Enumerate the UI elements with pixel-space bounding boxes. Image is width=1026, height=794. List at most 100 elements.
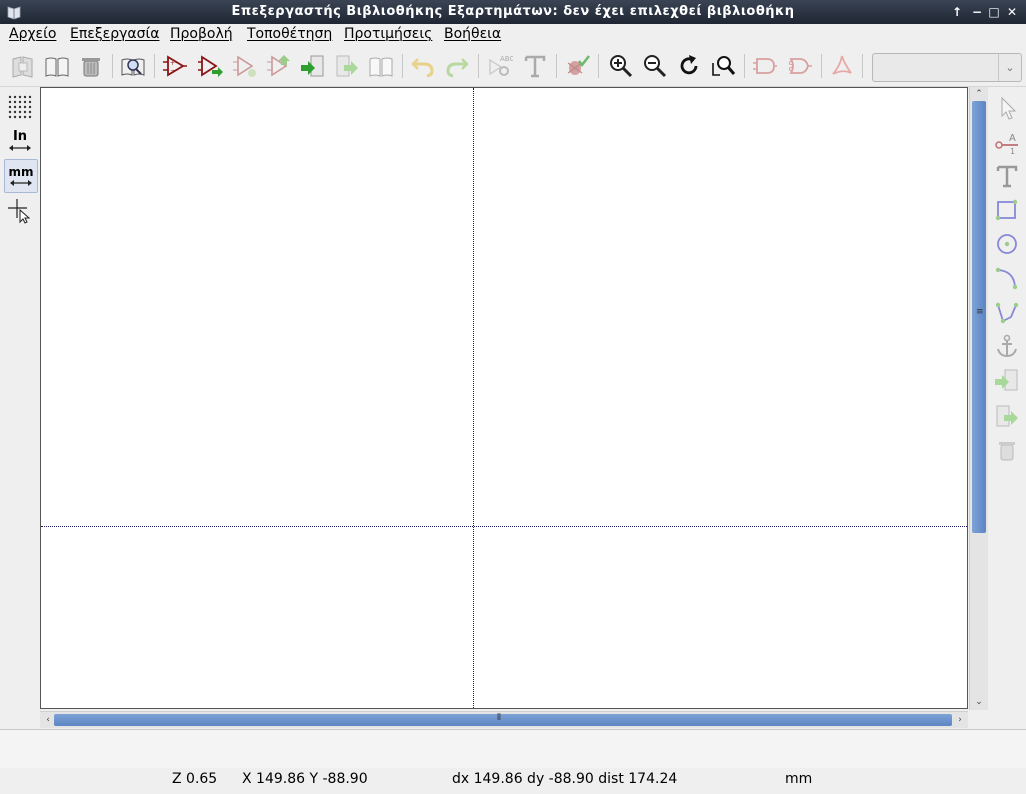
export-drawing-button[interactable] <box>990 399 1024 433</box>
library-browser-icon <box>121 58 145 76</box>
menu-edit[interactable]: Επεξεργασία <box>70 26 159 42</box>
import-component-button[interactable] <box>196 52 224 80</box>
component-properties-button[interactable]: ABC <box>486 52 514 80</box>
svg-text:+: + <box>170 60 175 67</box>
export-symbol-button[interactable] <box>333 52 361 80</box>
menu-place[interactable]: Τοποθέτηση <box>247 26 332 42</box>
add-text-button[interactable] <box>990 159 1024 193</box>
grid-toggle-button[interactable] <box>4 91 36 123</box>
zoom-in-icon <box>610 55 633 78</box>
drawing-canvas[interactable] <box>40 87 968 709</box>
window-minimize-button[interactable]: − <box>970 4 984 20</box>
view-documentation-button[interactable] <box>367 52 395 80</box>
book-icon <box>45 57 69 77</box>
menu-view[interactable]: Προβολή <box>170 26 233 42</box>
export-symbol-icon <box>336 55 358 77</box>
svg-text:−: − <box>170 67 175 74</box>
delete-tool-button[interactable] <box>990 433 1024 467</box>
new-library-button[interactable] <box>9 52 37 80</box>
library-browser-button[interactable] <box>119 52 147 80</box>
zoom-out-button[interactable] <box>641 52 669 80</box>
menu-preferences[interactable]: Προτιμήσεις <box>344 26 432 42</box>
cursor-shape-button[interactable] <box>4 195 36 227</box>
menu-help[interactable]: Βοήθεια <box>444 26 501 42</box>
window-keep-above-button[interactable]: ↑ <box>950 4 964 20</box>
window-maximize-button[interactable]: □ <box>987 4 1001 20</box>
trash-icon <box>82 58 100 77</box>
export-drawing-icon <box>996 405 1018 427</box>
window-title: Επεξεργαστής Βιβλιοθήκης Εξαρτημάτων: δε… <box>231 4 795 19</box>
select-tool-button[interactable] <box>990 91 1024 125</box>
redraw-button[interactable] <box>675 52 703 80</box>
refresh-icon <box>680 55 698 75</box>
check-component-button[interactable] <box>563 52 591 80</box>
units-inches-button[interactable]: In <box>4 125 36 157</box>
svg-text:ABC: ABC <box>500 55 513 63</box>
set-anchor-button[interactable] <box>990 329 1024 363</box>
left-toolbar: In mm <box>0 87 40 728</box>
x-axis-line <box>41 526 967 527</box>
vertical-scroll-thumb[interactable] <box>972 101 986 533</box>
scroll-up-arrow-icon[interactable]: ⌃ <box>971 87 987 101</box>
arrow-cursor-icon <box>1001 96 1017 120</box>
redo-button[interactable] <box>443 52 471 80</box>
grip-icon: ≡ <box>976 307 984 317</box>
grid-icon <box>8 95 32 119</box>
datasheet-button[interactable] <box>828 52 856 80</box>
mm-label: mm <box>8 164 34 179</box>
import-drawing-button[interactable] <box>990 363 1024 397</box>
text-icon <box>996 165 1018 188</box>
zoom-in-button[interactable] <box>607 52 635 80</box>
undo-button[interactable] <box>409 52 437 80</box>
zoom-fit-icon <box>712 56 736 76</box>
main-toolbar: + − ABC ⌄ <box>0 46 1026 87</box>
window-close-button[interactable]: ✕ <box>1005 4 1019 20</box>
pin-number-label: 1 <box>1010 147 1015 155</box>
properties-icon: ABC <box>489 55 513 76</box>
pin-icon: A1 <box>995 133 1018 155</box>
status-zoom: Z 0.65 <box>172 771 218 787</box>
open-library-button[interactable] <box>43 52 71 80</box>
circle-icon <box>997 234 1017 254</box>
status-relative-delta: dx 149.86 dy -88.90 dist 174.24 <box>452 771 678 787</box>
new-component-icon: +− <box>163 55 187 77</box>
show-de-morgan-normal-button[interactable] <box>751 52 779 80</box>
units-mm-button[interactable]: mm <box>4 159 38 193</box>
redo-icon <box>446 58 469 78</box>
arc-icon <box>995 267 1018 290</box>
delete-library-button[interactable] <box>77 52 105 80</box>
gate-normal-icon <box>753 58 777 74</box>
add-polyline-button[interactable] <box>990 295 1024 329</box>
add-circle-button[interactable] <box>990 227 1024 261</box>
status-cursor-xy: X 149.86 Y -88.90 <box>242 771 368 787</box>
show-de-morgan-alternate-button[interactable] <box>786 52 814 80</box>
add-arc-button[interactable] <box>990 261 1024 295</box>
vertical-scrollbar[interactable]: ⌃ ≡ ⌄ <box>969 87 988 710</box>
import-symbol-icon <box>301 55 324 77</box>
scroll-down-arrow-icon[interactable]: ⌄ <box>971 695 987 709</box>
menu-file[interactable]: Αρχείο <box>9 26 56 42</box>
double-arrow-icon <box>9 145 31 151</box>
horizontal-scrollbar[interactable]: ‹ ⦀ › <box>40 711 968 728</box>
zoom-fit-button[interactable] <box>709 52 737 80</box>
anchor-icon <box>997 334 1017 358</box>
y-axis-line <box>473 88 474 708</box>
part-select-dropdown[interactable]: ⌄ <box>872 53 1022 82</box>
scroll-right-arrow-icon[interactable]: › <box>952 713 968 727</box>
import-component-icon <box>198 55 223 77</box>
import-symbol-button[interactable] <box>299 52 327 80</box>
save-component-button[interactable] <box>231 52 259 80</box>
zoom-out-icon <box>644 55 667 78</box>
message-panel <box>0 729 1026 769</box>
add-pin-button[interactable]: A1 <box>990 125 1024 159</box>
menubar: Αρχείο Επεξεργασία Προβολή Τοποθέτηση Πρ… <box>0 24 1026 46</box>
update-component-button[interactable] <box>265 52 293 80</box>
pdf-icon <box>832 55 852 75</box>
edit-fields-button[interactable] <box>521 52 549 80</box>
trash-icon <box>999 442 1015 461</box>
new-component-button[interactable]: + − <box>161 52 189 80</box>
save-component-icon <box>233 55 256 77</box>
horizontal-scroll-thumb[interactable] <box>54 714 952 726</box>
add-rectangle-button[interactable] <box>990 193 1024 227</box>
chevron-down-icon: ⌄ <box>998 54 1021 81</box>
